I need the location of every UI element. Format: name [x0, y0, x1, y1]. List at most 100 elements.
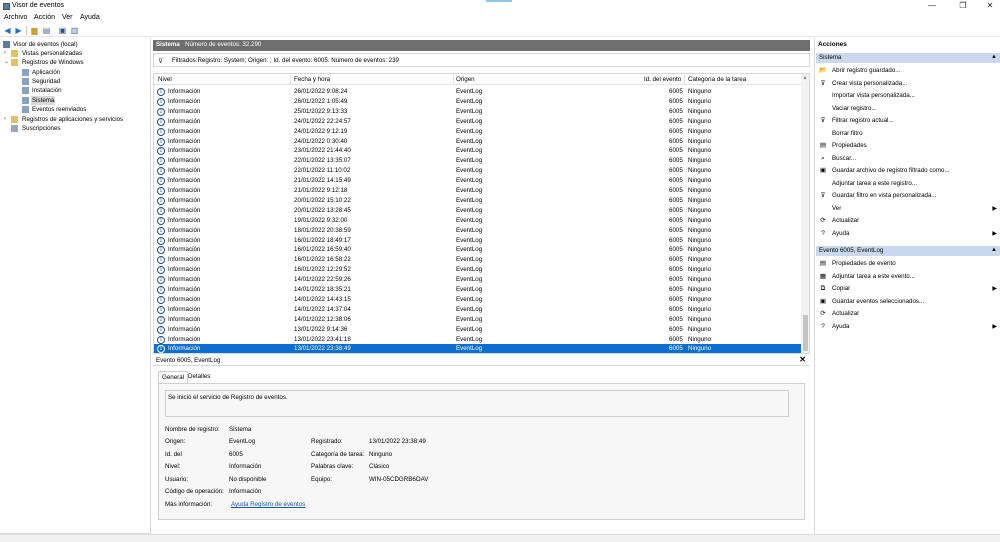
table-row[interactable]: i Información 14/01/2022 22:59:26 EventLog 6… [154, 275, 802, 285]
table-row[interactable]: i Información 26/01/2022 9:08:24 EventLog 60… [154, 87, 802, 97]
action-item[interactable]: Ver ▶ [819, 204, 999, 214]
cell-date: 13/01/2022 23:41:18 [294, 335, 351, 343]
cell-level: Información [168, 226, 201, 234]
column-divider[interactable] [684, 75, 685, 84]
table-row[interactable]: i Información 16/01/2022 18:49:17 EventLog 6… [154, 236, 802, 246]
action-item[interactable]: ⊽ Guardar filtro en vista personalizada..… [819, 191, 999, 201]
table-row[interactable]: i Información 14/01/2022 12:38:06 EventLog 6… [154, 315, 802, 325]
table-row[interactable]: i Información 22/01/2022 13:35:07 EventLog 6… [154, 156, 802, 166]
more-info-link[interactable]: Ayuda Registro de eventos [231, 501, 305, 508]
collapse-caret-icon[interactable]: ▲ [991, 247, 997, 253]
action-label: Importar vista personalizada... [832, 92, 915, 99]
minimize-button[interactable]: — [925, 1, 939, 11]
menu-accion[interactable]: Acción [34, 14, 55, 21]
action-item[interactable]: ⊽ Crear vista personalizada... [819, 79, 999, 89]
cell-event-id: 6005 [669, 177, 683, 185]
maximize-button[interactable]: ❐ [956, 1, 970, 11]
menu-archivo[interactable]: Archivo [4, 14, 27, 21]
table-row[interactable]: i Información 13/01/2022 9:14:36 EventLog 60… [154, 325, 802, 335]
menu-ver[interactable]: Ver [62, 14, 73, 21]
table-row[interactable]: i Información 26/01/2022 1:05:49 EventLog 60… [154, 97, 802, 107]
field-label: Palabras clave: [311, 463, 354, 470]
table-row[interactable]: i Información 24/01/2022 0:30:40 EventLog 60… [154, 137, 802, 147]
table-row[interactable]: i Información 25/01/2022 9:13:33 EventLog 60… [154, 107, 802, 117]
vertical-scrollbar[interactable]: ▲ [801, 74, 809, 353]
collapse-caret-icon[interactable]: ▲ [991, 54, 997, 60]
tab-details[interactable]: Detalles [185, 371, 213, 383]
table-row[interactable]: i Información 24/01/2022 22:24:57 EventLog 6… [154, 117, 802, 127]
action-item[interactable]: ⊽ Filtrar registro actual... [819, 116, 999, 126]
action-item[interactable]: ▤ Propiedades de evento [819, 259, 999, 269]
table-row[interactable]: i Información 24/01/2022 9:12:19 EventLog 60… [154, 127, 802, 137]
action-item[interactable]: ▦ Adjuntar tarea a este evento... [819, 272, 999, 282]
close-detail-icon[interactable]: ✕ [799, 355, 806, 364]
column-divider[interactable] [453, 75, 454, 84]
info-icon: i [157, 226, 165, 235]
table-row[interactable]: i Información 19/01/2022 9:32:00 EventLog 60… [154, 216, 802, 226]
action-label: Propiedades [832, 142, 867, 149]
collapse-arrow-icon[interactable]: ⌄ [4, 58, 9, 67]
action-pane-icon[interactable]: ▥ [70, 26, 79, 35]
action-item[interactable]: ? Ayuda ▶ [819, 322, 999, 332]
actions-title: Acciones [818, 41, 847, 48]
scroll-up-icon[interactable]: ▲ [802, 75, 808, 81]
table-row[interactable]: i Información 14/01/2022 14:43:15 EventLog 6… [154, 295, 802, 305]
cell-task-category: Ninguno [688, 276, 712, 284]
table-row[interactable]: i Información 16/01/2022 16:59:40 EventLog 6… [154, 245, 802, 255]
cell-event-id: 6005 [669, 147, 683, 155]
column-divider[interactable] [290, 75, 291, 84]
expand-arrow-icon[interactable]: › [4, 49, 9, 58]
close-button[interactable]: ✕ [983, 1, 997, 11]
tab-general[interactable]: General [158, 371, 189, 383]
action-item[interactable]: Borrar filtro [819, 129, 999, 139]
table-row[interactable]: i Información 21/01/2022 14:15:49 EventLog 6… [154, 176, 802, 186]
field-label: Categoría de tarea: [311, 451, 365, 458]
action-item[interactable]: ▣ Guardar eventos seleccionados... [819, 297, 999, 307]
table-row[interactable]: i Información 21/01/2022 9:12:18 EventLog 60… [154, 186, 802, 196]
console-tree-icon[interactable]: ▤ [42, 26, 51, 35]
back-icon[interactable]: ◀ [3, 26, 12, 35]
cell-date: 23/01/2022 21:44:40 [294, 147, 351, 155]
menu-ayuda[interactable]: Ayuda [80, 14, 100, 21]
table-row[interactable]: i Información 16/01/2022 12:29:52 EventLog 6… [154, 265, 802, 275]
cell-task-category: Ninguno [688, 107, 712, 115]
field-label: Origen: [165, 438, 186, 445]
table-row[interactable]: i Información 13/01/2022 23:38:49 EventLog 6… [154, 344, 802, 353]
action-item[interactable]: 📂 Abrir registro guardado... [819, 66, 999, 76]
action-item[interactable]: ▣ Guardar archivo de registro filtrado co… [819, 166, 999, 176]
table-row[interactable]: i Información 22/01/2022 11:10:02 EventLog 6… [154, 166, 802, 176]
help-icon[interactable]: ▣ [58, 26, 67, 35]
action-item[interactable]: ⧉ Copiar ▶ [819, 284, 999, 294]
action-item[interactable]: ? Ayuda ▶ [819, 229, 999, 239]
forward-icon[interactable]: ▶ [14, 26, 23, 35]
table-row[interactable]: i Información 16/01/2022 16:58:22 EventLog 6… [154, 255, 802, 265]
action-item[interactable]: Vaciar registro... [819, 104, 999, 114]
cell-task-category: Ninguno [688, 157, 712, 165]
table-row[interactable]: i Información 14/01/2022 18:35:21 EventLog 6… [154, 285, 802, 295]
action-item[interactable]: Importar vista personalizada... [819, 91, 999, 101]
table-row[interactable]: i Información 20/01/2022 15:10:22 EventLog 6… [154, 196, 802, 206]
column-header-source[interactable]: Origen [456, 76, 475, 83]
event-detail-title: Evento 6005, EventLog [156, 357, 221, 364]
column-header-date[interactable]: Fecha y hora [294, 76, 330, 83]
cell-source: EventLog [456, 216, 483, 224]
column-header-event-id[interactable]: Id. del evento [644, 76, 681, 83]
actions-section-header[interactable]: Evento 6005, EventLog ▲ [816, 246, 1000, 256]
table-row[interactable]: i Información 23/01/2022 21:44:40 EventLog 6… [154, 146, 802, 156]
action-item[interactable]: ⟳ Actualizar [819, 216, 999, 226]
action-item[interactable]: ⟳ Actualizar [819, 309, 999, 319]
expand-arrow-icon[interactable]: › [4, 115, 9, 124]
scroll-thumb[interactable] [803, 315, 808, 351]
folder-icon[interactable]: ▆ [30, 26, 39, 35]
table-row[interactable]: i Información 20/01/2022 13:28:45 EventLog 6… [154, 206, 802, 216]
table-row[interactable]: i Información 18/01/2022 20:38:59 EventLog 6… [154, 226, 802, 236]
action-item[interactable]: ⌕ Buscar... [819, 154, 999, 164]
cell-level: Información [168, 335, 201, 343]
column-header-level[interactable]: Nivel [158, 76, 172, 83]
actions-section-header[interactable]: Sistema ▲ [816, 53, 1000, 63]
table-row[interactable]: i Información 13/01/2022 23:41:18 EventLog 6… [154, 335, 802, 345]
table-row[interactable]: i Información 14/01/2022 14:37:04 EventLog 6… [154, 305, 802, 315]
column-header-task-category[interactable]: Categoría de la tarea [688, 76, 746, 83]
action-item[interactable]: Adjuntar tarea a este registro... [819, 179, 999, 189]
action-item[interactable]: ▤ Propiedades [819, 141, 999, 151]
